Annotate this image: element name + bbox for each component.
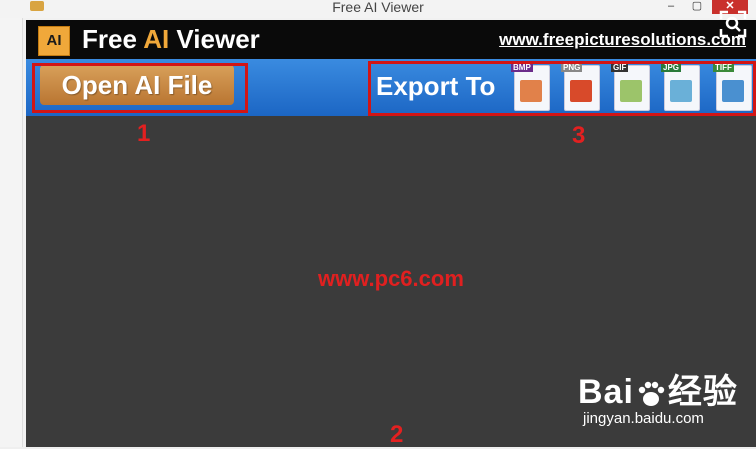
watermark-text: www.pc6.com [318, 266, 464, 291]
zoom-icon[interactable] [718, 9, 748, 39]
annotation-number-3: 3 [572, 122, 586, 149]
ai-logo-icon: AI [38, 26, 70, 56]
annotation-number-2: 2 [390, 421, 404, 448]
baidu-text: Bai [578, 373, 634, 411]
baidu-logo: Bai 经验 [578, 364, 738, 413]
minimize-button[interactable]: – [660, 0, 682, 14]
callout-open-box [32, 63, 248, 113]
callout-export-box [368, 61, 756, 116]
title-bar: Free AI Viewer – ▢ ✕ [0, 0, 756, 18]
app-title-suffix: Viewer [169, 24, 260, 54]
maximize-button[interactable]: ▢ [686, 0, 708, 14]
left-border [0, 18, 23, 447]
website-link[interactable]: www.freepicturesolutions.com [499, 30, 746, 50]
annotation-number-1: 1 [137, 120, 151, 147]
app-window: Free AI Viewer – ▢ ✕ AI Free AI Viewer w… [0, 0, 756, 448]
app-title: Free AI Viewer [82, 24, 260, 55]
baidu-url: jingyan.baidu.com [583, 410, 704, 427]
window-title: Free AI Viewer [332, 0, 424, 15]
jingyan-text: 经验 [667, 373, 738, 411]
app-header: AI Free AI Viewer www.freepicturesolutio… [26, 20, 756, 59]
paw-icon [638, 381, 665, 407]
app-title-prefix: Free [82, 24, 144, 54]
app-title-highlight: AI [143, 24, 170, 54]
